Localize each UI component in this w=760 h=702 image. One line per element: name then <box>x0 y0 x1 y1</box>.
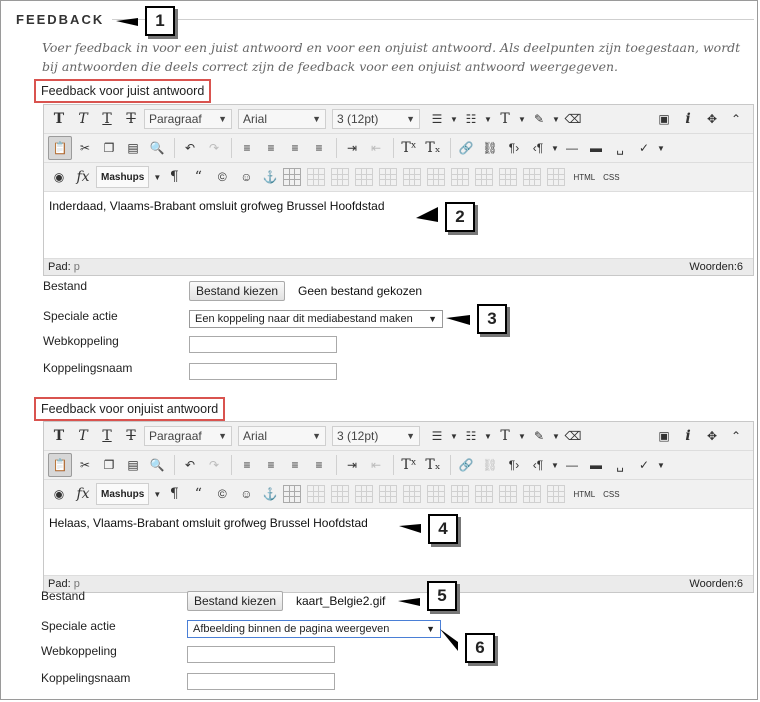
callout-5: 5 <box>423 581 457 615</box>
callout-2-number: 2 <box>445 202 475 232</box>
callout-pointer-4 <box>399 524 421 533</box>
callout-pointers <box>116 18 470 651</box>
callout-4: 4 <box>424 514 458 548</box>
callout-6-number: 6 <box>465 633 495 663</box>
callout-pointer-1 <box>116 18 138 26</box>
callout-3: 3 <box>473 304 507 338</box>
callout-1: 1 <box>141 6 175 40</box>
callout-pointer-6 <box>440 629 458 651</box>
callout-4-number: 4 <box>428 514 458 544</box>
callout-1-number: 1 <box>145 6 175 36</box>
callout-pointer-3 <box>446 315 470 325</box>
callout-2: 2 <box>441 202 475 236</box>
callout-pointer-5 <box>398 598 420 606</box>
callout-pointer-2 <box>416 207 438 222</box>
callout-3-number: 3 <box>477 304 507 334</box>
callout-6: 6 <box>461 633 495 667</box>
callout-5-number: 5 <box>427 581 457 611</box>
